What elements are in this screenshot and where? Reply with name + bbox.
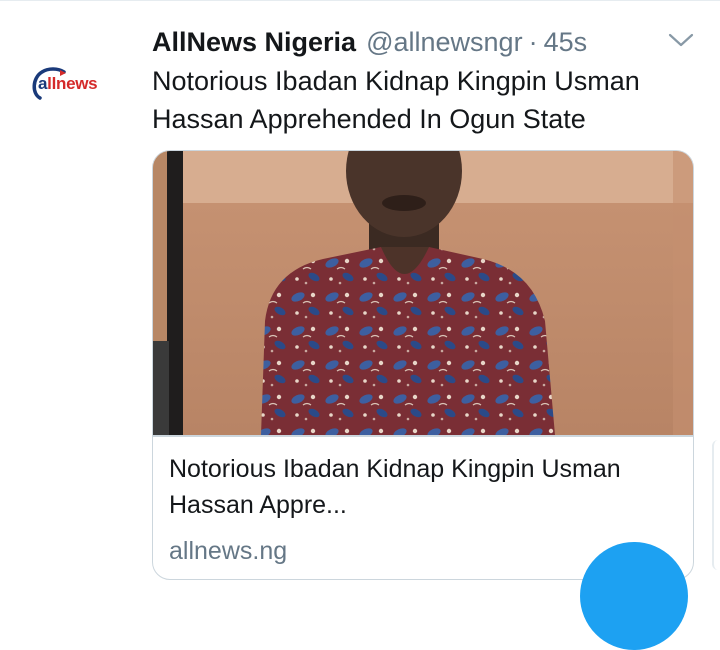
tweet-text: Notorious Ibadan Kidnap Kingpin Usman Ha… [152, 66, 640, 134]
chevron-down-icon [668, 33, 694, 47]
card-title[interactable]: Notorious Ibadan Kidnap Kingpin Usman Ha… [169, 451, 669, 523]
compose-button[interactable] [580, 542, 688, 650]
tweet-timestamp[interactable]: 45s [544, 27, 588, 58]
top-divider [0, 0, 720, 1]
avatar[interactable]: allnews [30, 64, 126, 104]
card-divider [153, 435, 693, 437]
logo-text: allnews [38, 74, 98, 94]
tweet-menu-button[interactable] [666, 28, 696, 52]
logo-text-rest: llnews [47, 74, 98, 93]
tweet-header: AllNews Nigeria @allnewsngr · 45s [152, 24, 690, 60]
card-image[interactable] [153, 151, 693, 435]
separator-dot: · [528, 26, 538, 57]
card-photo [153, 151, 693, 435]
link-card[interactable]: Notorious Ibadan Kidnap Kingpin Usman Ha… [152, 150, 694, 580]
logo-text-a: a [38, 74, 48, 93]
side-scroll-handle[interactable] [712, 440, 720, 570]
card-domain[interactable]: allnews.ng [169, 537, 287, 566]
author-handle[interactable]: @allnewsngr [366, 27, 522, 58]
author-display-name[interactable]: AllNews Nigeria [152, 27, 356, 58]
